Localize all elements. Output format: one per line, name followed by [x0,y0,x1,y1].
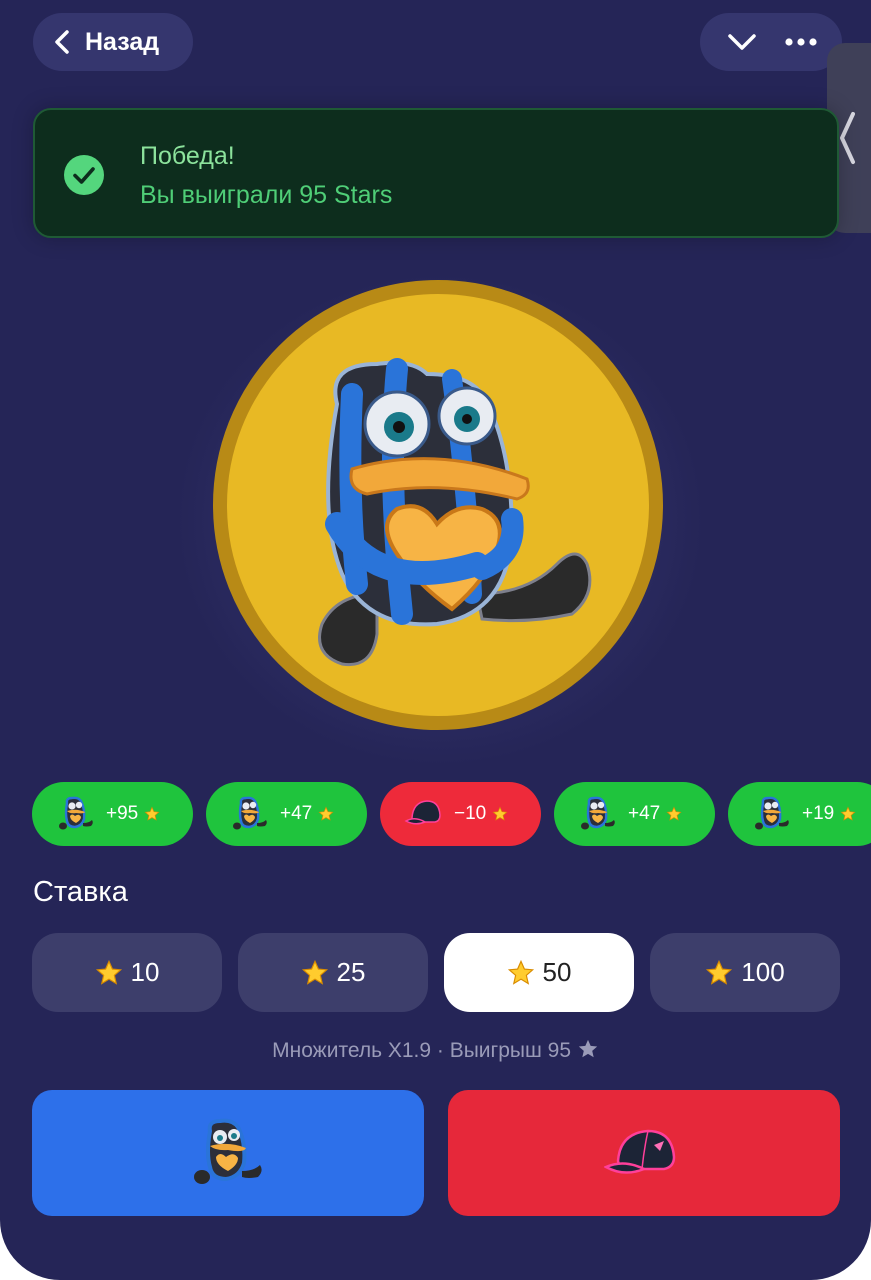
star-icon [144,806,160,821]
star-icon [95,959,122,985]
history-chip: +47 [206,782,367,846]
history-chip: +95 [32,782,193,846]
frog-sticker-icon [194,1118,262,1184]
chevron-left-icon [55,30,69,54]
stake-value: 25 [336,957,366,987]
history-chip: +47 [554,782,715,846]
star-icon [492,806,508,821]
frog-choice-button[interactable] [32,1090,424,1216]
star-icon [840,806,856,821]
history-chip: −10 [380,782,541,846]
history-result: −10 [454,803,487,824]
top-right-controls [700,13,842,71]
cap-icon [404,800,441,825]
frog-sticker-icon [581,796,615,830]
star-icon [578,1039,598,1058]
stake-option-10[interactable]: 10 [32,933,222,1012]
frog-sticker-icon [59,796,93,830]
back-label: Назад [85,27,160,56]
frog-sticker-icon [318,358,592,667]
cap-icon [604,1129,676,1174]
stake-value: 10 [130,957,160,987]
chevron-left-icon [840,112,855,164]
win-notification: Победа! Вы выиграли 95 Stars [33,108,839,238]
notification-title: Победа! [140,142,235,170]
cap-choice-button[interactable] [448,1090,840,1216]
notification-text: Вы выиграли 95 Stars [140,181,393,209]
star-icon [507,959,534,985]
check-circle-icon [64,155,104,195]
multiplier-info-text: Множитель X1.9 · Выигрыш 95 [272,1039,572,1062]
multiplier-info: Множитель X1.9 · Выигрыш 95 [0,1038,871,1063]
star-icon [301,959,328,985]
stake-value: 100 [741,957,785,987]
star-icon [706,959,733,985]
stake-option-25[interactable]: 25 [238,933,428,1012]
stake-title: Ставка [33,876,128,908]
history-result: +19 [802,803,835,824]
history-result: +95 [106,803,139,824]
star-icon [666,806,682,821]
result-coin [213,280,663,730]
stake-option-100[interactable]: 100 [650,933,840,1012]
more-dots-icon[interactable] [776,17,826,67]
frog-sticker-icon [755,796,789,830]
stake-option-50[interactable]: 50 [444,933,634,1012]
frog-sticker-icon [233,796,267,830]
star-icon [318,806,334,821]
history-strip: +95 +47 −10 +47 +19 [32,782,871,846]
history-result: +47 [628,803,661,824]
stake-value: 50 [542,957,572,987]
chevron-down-icon[interactable] [717,17,767,67]
history-chip: +19 [728,782,871,846]
history-result: +47 [280,803,313,824]
game-screen: Назад Победа! Вы выиграли 95 Stars +95 +… [0,0,871,1280]
back-button[interactable]: Назад [33,13,193,71]
